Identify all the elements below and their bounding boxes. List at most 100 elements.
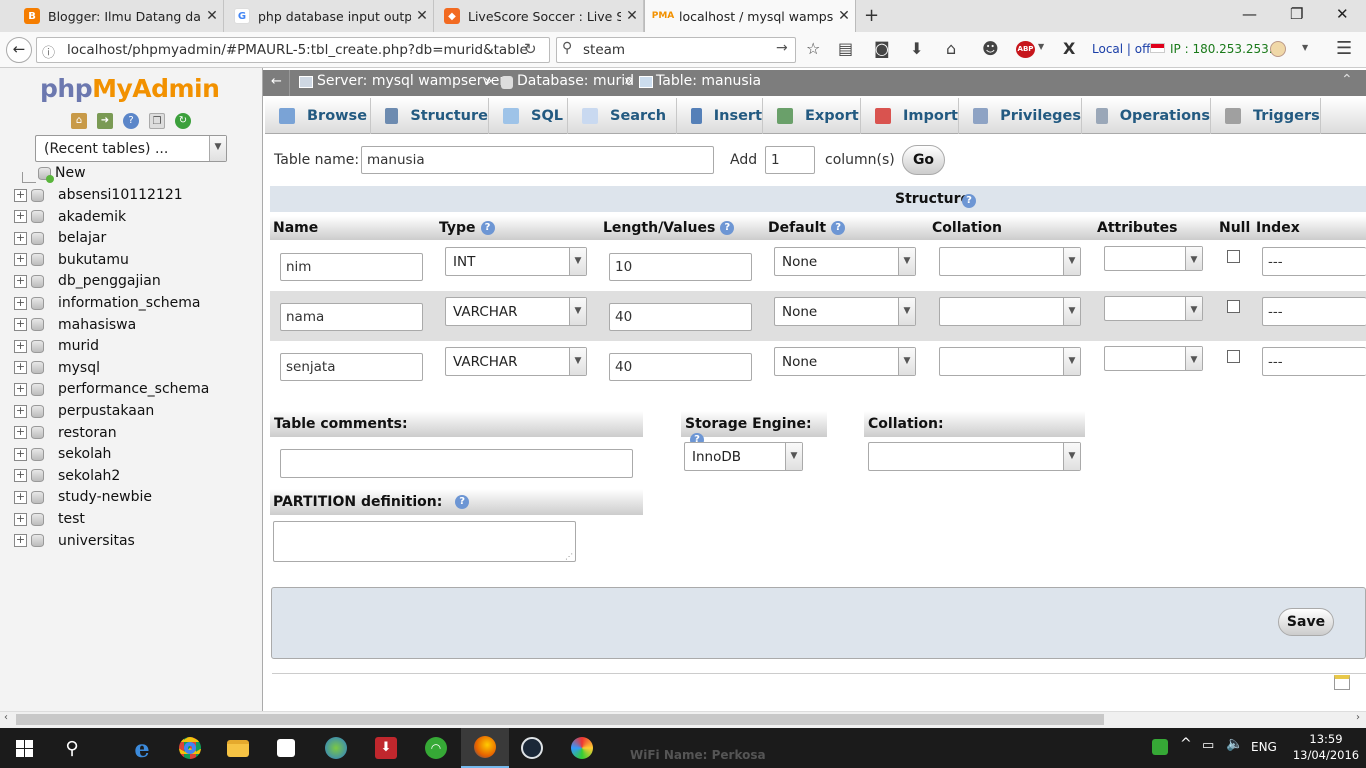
- resize-grip-icon[interactable]: ⋰: [565, 552, 573, 561]
- column-collation-select[interactable]: ▼: [939, 297, 1081, 326]
- tab-structure[interactable]: Structure: [371, 98, 489, 134]
- browser-tab-phpmyadmin[interactable]: PMA localhost / mysql wampse... ✕: [644, 0, 856, 32]
- language-indicator[interactable]: ENG: [1251, 740, 1277, 754]
- expand-icon[interactable]: +: [14, 534, 27, 548]
- column-collation-select[interactable]: ▼: [939, 347, 1081, 376]
- reading-list-icon[interactable]: ▤: [838, 39, 853, 58]
- home-icon[interactable]: ⌂: [946, 39, 956, 58]
- search-icon[interactable]: ⚲: [48, 728, 96, 768]
- help-icon[interactable]: ?: [123, 113, 139, 129]
- database-item[interactable]: + sekolah2: [14, 466, 120, 486]
- breadcrumb-database[interactable]: Database: murid: [517, 73, 634, 89]
- expand-icon[interactable]: +: [14, 274, 27, 288]
- adblock-icon[interactable]: ABP: [1016, 41, 1035, 58]
- database-item[interactable]: + akademik: [14, 207, 126, 227]
- tab-operations[interactable]: Operations: [1082, 98, 1211, 134]
- logout-icon[interactable]: ➜: [97, 113, 113, 129]
- help-icon[interactable]: ?: [455, 495, 470, 509]
- column-length-input[interactable]: 10: [609, 253, 752, 281]
- storage-engine-select[interactable]: InnoDB ▼: [684, 442, 803, 471]
- database-item[interactable]: + universitas: [14, 531, 135, 551]
- expand-icon[interactable]: +: [14, 447, 27, 461]
- null-checkbox[interactable]: [1227, 250, 1240, 263]
- column-type-select[interactable]: VARCHAR ▼: [445, 347, 587, 376]
- column-index-select[interactable]: ---: [1262, 297, 1366, 326]
- close-tab-icon[interactable]: ✕: [621, 8, 643, 24]
- database-item[interactable]: + absensi10112121: [14, 185, 183, 205]
- help-icon[interactable]: ?: [962, 194, 976, 208]
- browser-tab-google[interactable]: G php database input outpu... ✕: [224, 0, 434, 32]
- expand-icon[interactable]: +: [14, 426, 27, 440]
- network-icon[interactable]: ▭: [1202, 738, 1214, 753]
- taskbar-downloader[interactable]: ⬇: [362, 728, 410, 768]
- expand-icon[interactable]: +: [14, 296, 27, 310]
- column-type-select[interactable]: VARCHAR ▼: [445, 297, 587, 326]
- taskbar-store[interactable]: [262, 728, 310, 768]
- close-tab-icon[interactable]: ✕: [833, 8, 855, 24]
- expand-icon[interactable]: +: [14, 188, 27, 202]
- close-tab-icon[interactable]: ✕: [201, 8, 223, 24]
- column-index-select[interactable]: ---: [1262, 247, 1366, 276]
- console-icon[interactable]: [1334, 675, 1350, 690]
- url-bar[interactable]: localhost/phpmyadmin/#PMAURL-5:tbl_creat…: [36, 37, 550, 63]
- recent-tables-select[interactable]: (Recent tables) ... ▼: [35, 135, 227, 162]
- chevron-up-icon[interactable]: ^: [1180, 736, 1192, 752]
- browser-tab-blogger[interactable]: B Blogger: Ilmu Datang dari... ✕: [14, 0, 224, 32]
- restore-icon[interactable]: ❐: [1290, 5, 1303, 23]
- expand-icon[interactable]: +: [14, 253, 27, 267]
- column-index-select[interactable]: ---: [1262, 347, 1366, 376]
- column-length-input[interactable]: 40: [609, 353, 752, 381]
- menu-icon[interactable]: ☰: [1336, 38, 1352, 59]
- new-tab-icon[interactable]: +: [864, 5, 879, 26]
- reload-icon[interactable]: ↻: [175, 113, 191, 129]
- search-go-icon[interactable]: →: [776, 40, 788, 56]
- column-attributes-select[interactable]: ▼: [1104, 346, 1203, 371]
- expand-icon[interactable]: +: [14, 231, 27, 245]
- add-columns-input[interactable]: 1: [765, 146, 815, 174]
- new-database-link[interactable]: New: [38, 163, 86, 183]
- column-default-select[interactable]: None ▼: [774, 347, 916, 376]
- database-item[interactable]: + performance_schema: [14, 379, 209, 399]
- monkey-icon[interactable]: [1270, 41, 1286, 57]
- taskbar-paint[interactable]: [558, 728, 606, 768]
- search-bar[interactable]: steam: [556, 37, 796, 63]
- database-item[interactable]: + perpustakaan: [14, 401, 154, 421]
- scroll-left-icon[interactable]: ‹: [4, 712, 8, 723]
- expand-icon[interactable]: +: [14, 318, 27, 332]
- taskbar-firefox[interactable]: [461, 728, 509, 768]
- save-button[interactable]: Save: [1278, 608, 1334, 636]
- column-attributes-select[interactable]: ▼: [1104, 246, 1203, 271]
- expand-icon[interactable]: +: [14, 469, 27, 483]
- expand-icon[interactable]: +: [14, 490, 27, 504]
- column-name-input[interactable]: nim: [280, 253, 423, 281]
- scroll-right-icon[interactable]: ›: [1356, 712, 1360, 723]
- collapse-up-icon[interactable]: ⌃: [1341, 72, 1353, 88]
- browser-tab-livescore[interactable]: ◆ LiveScore Soccer : Live So... ✕: [434, 0, 644, 32]
- tab-import[interactable]: Import: [861, 98, 959, 134]
- minimize-icon[interactable]: —: [1242, 5, 1257, 23]
- column-length-input[interactable]: 40: [609, 303, 752, 331]
- documentation-icon[interactable]: ❐: [149, 113, 165, 129]
- expand-icon[interactable]: +: [14, 210, 27, 224]
- taskbar-explorer[interactable]: [214, 728, 262, 768]
- back-arrow-icon[interactable]: ←: [6, 37, 32, 63]
- close-window-icon[interactable]: ✕: [1336, 5, 1349, 23]
- database-item[interactable]: + bukutamu: [14, 250, 129, 270]
- pocket-icon[interactable]: ◙: [874, 39, 890, 58]
- help-icon[interactable]: ?: [720, 221, 735, 235]
- table-collation-select[interactable]: ▼: [868, 442, 1081, 471]
- expand-icon[interactable]: +: [14, 512, 27, 526]
- tab-export[interactable]: Export: [763, 98, 861, 134]
- column-name-input[interactable]: nama: [280, 303, 423, 331]
- hello-chat-icon[interactable]: ☻: [982, 39, 999, 58]
- local-status[interactable]: Local | off: [1092, 42, 1150, 56]
- database-item[interactable]: + murid: [14, 336, 99, 356]
- partition-definition-textarea[interactable]: ⋰: [273, 521, 576, 562]
- wifi-tray-icon[interactable]: [1152, 739, 1168, 755]
- chevron-down-icon[interactable]: ▼: [1302, 43, 1308, 52]
- breadcrumb-table[interactable]: Table: manusia: [656, 73, 761, 89]
- tab-sql[interactable]: SQL: [489, 98, 568, 134]
- null-checkbox[interactable]: [1227, 300, 1240, 313]
- database-item[interactable]: + mysql: [14, 358, 100, 378]
- database-item[interactable]: + sekolah: [14, 444, 111, 464]
